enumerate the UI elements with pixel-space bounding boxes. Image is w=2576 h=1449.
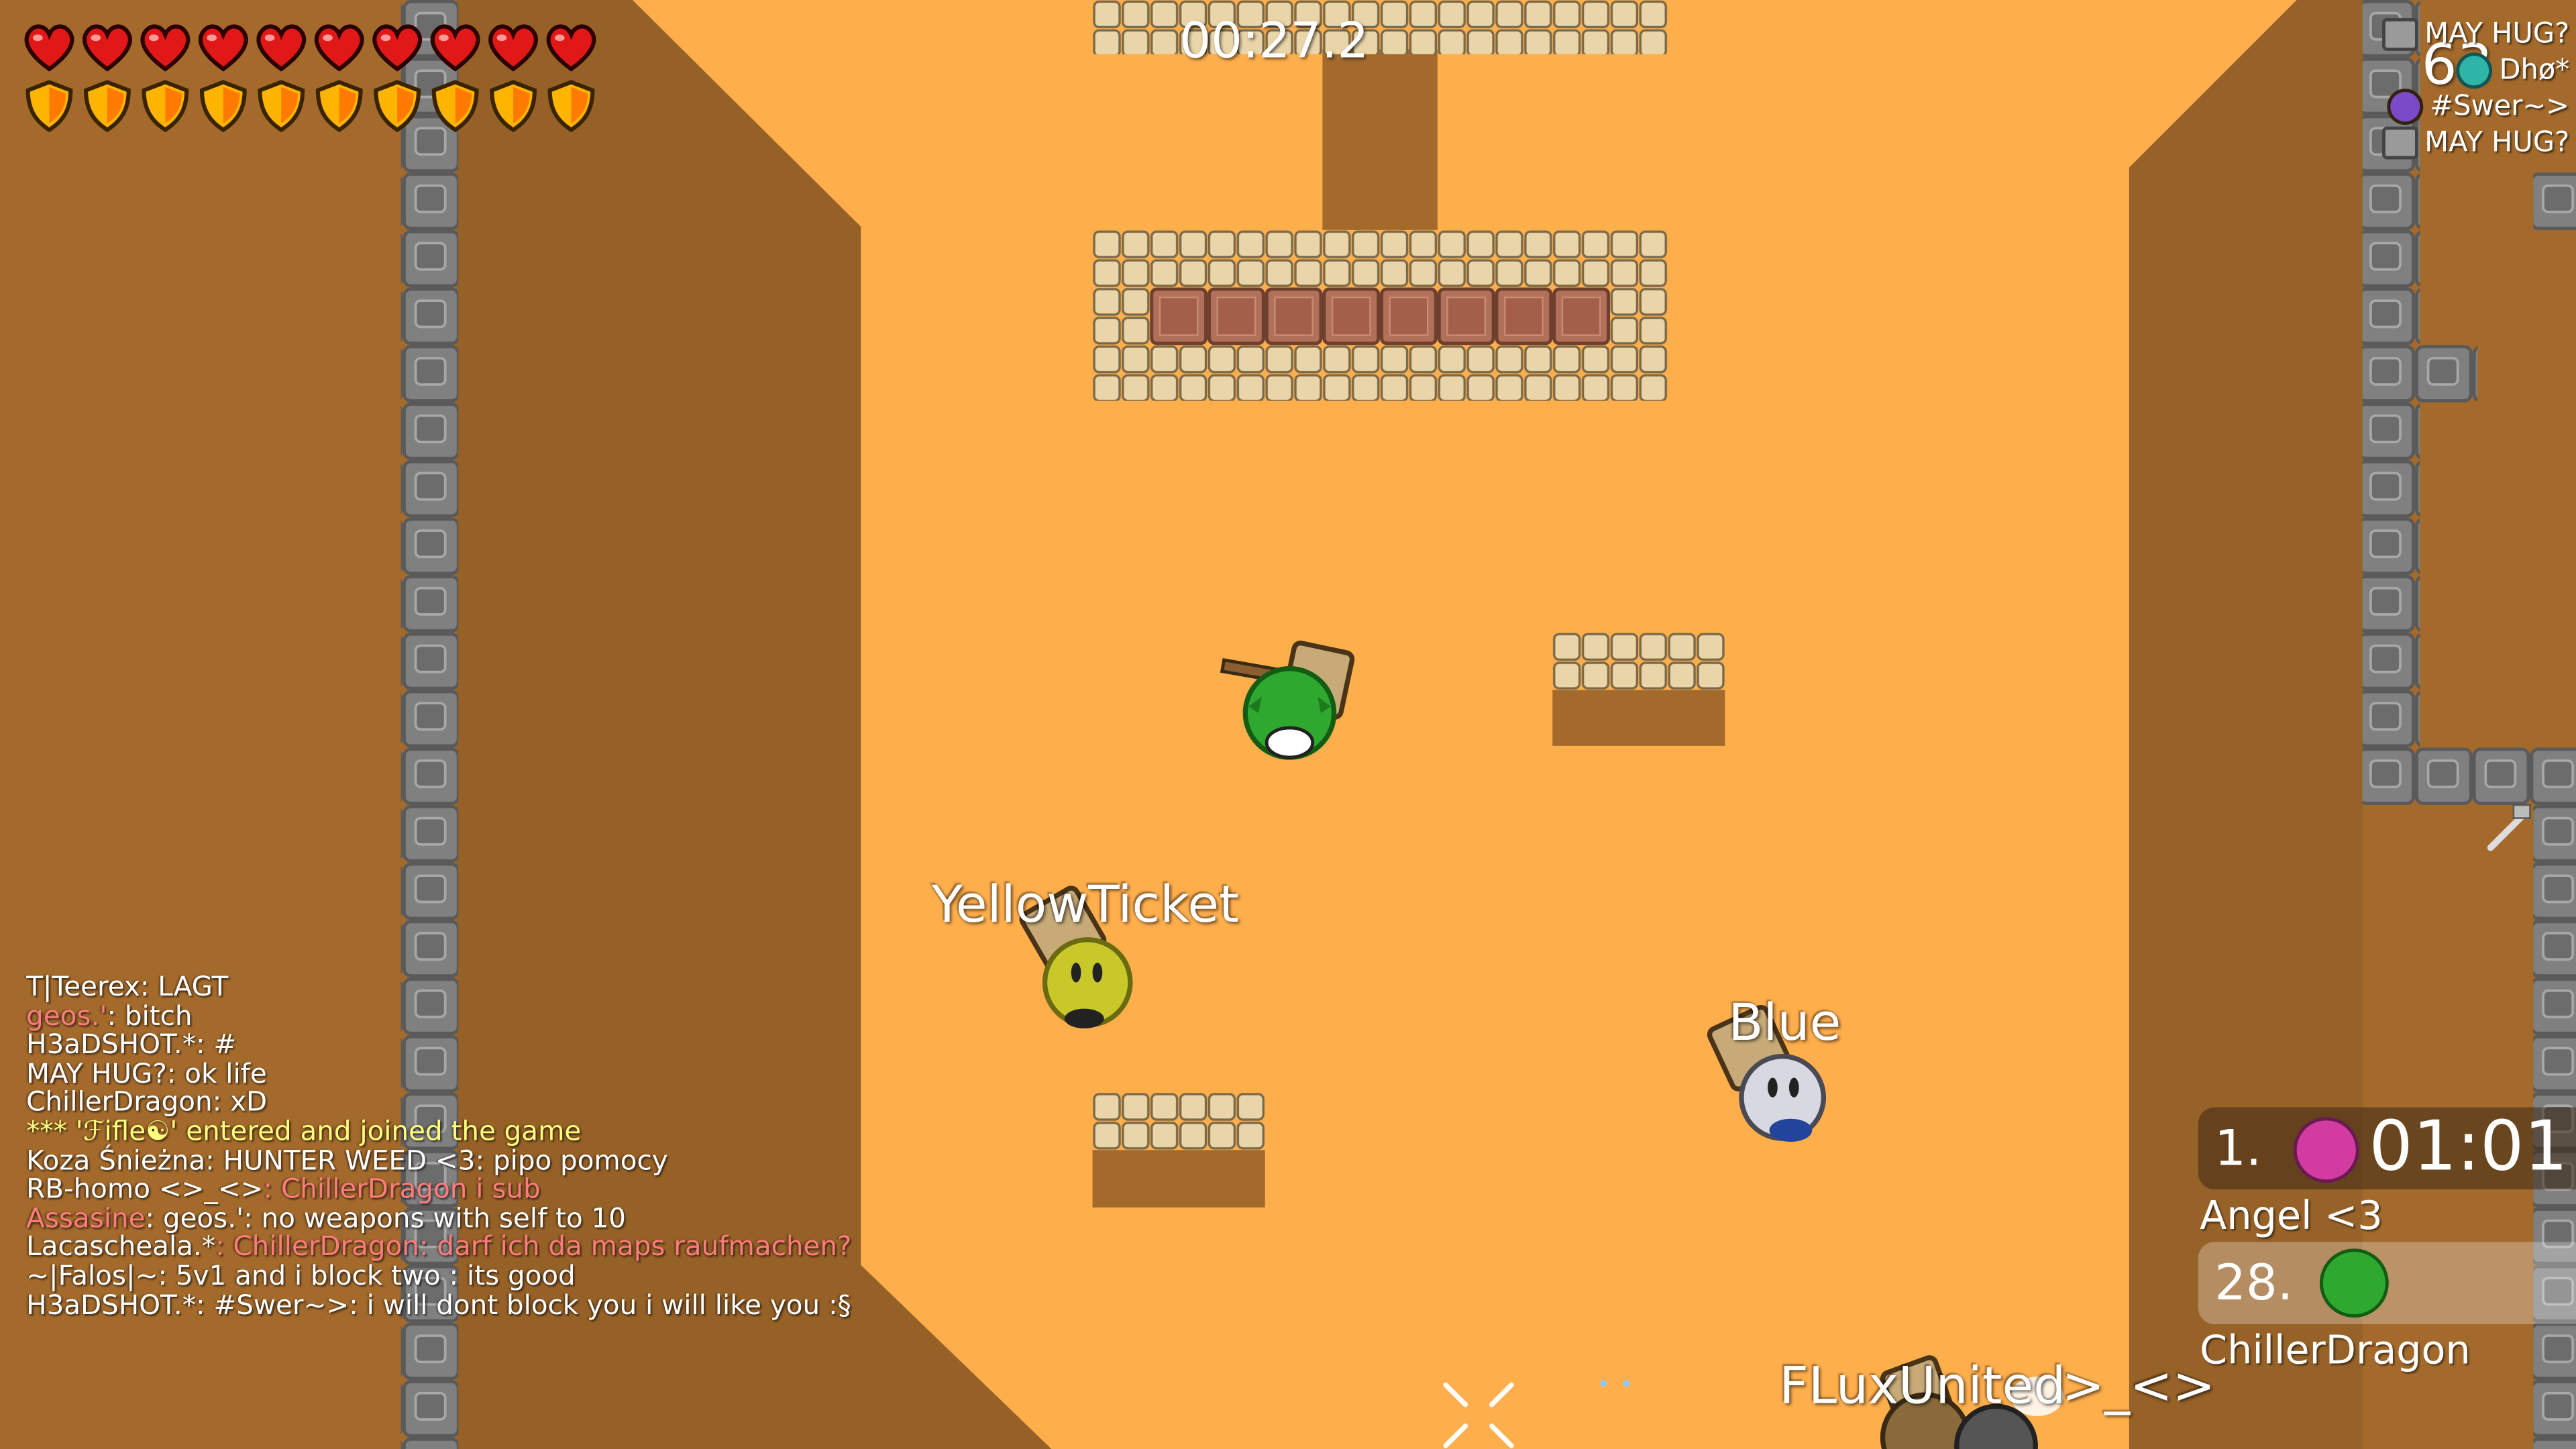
armor-icon <box>490 80 537 133</box>
killfeed-name: #Swer~> <box>2430 90 2570 123</box>
heart-icon <box>83 24 132 72</box>
heart-icon <box>372 24 422 72</box>
armor-icon <box>431 80 479 133</box>
scoreboard-rank: 28. <box>2214 1255 2294 1313</box>
heart-icon <box>199 24 248 72</box>
chat-line: Assasine: geos.': no weapons with self t… <box>26 1202 626 1234</box>
chat-line: ~|Falos|~: 5v1 and i block two : its goo… <box>26 1260 576 1291</box>
chat-line: RB-homo <>_<>: ChillerDragon i sub <box>26 1173 541 1205</box>
heart-icon <box>314 24 364 72</box>
heart-icon <box>488 24 538 72</box>
armor-icon <box>142 80 189 133</box>
chat-line: H3aDSHOT.*: #Swer~>: i will dont block y… <box>26 1289 851 1320</box>
scoreboard-time: 01:01 <box>2369 1106 2568 1187</box>
race-timer: 00:27.2 <box>1179 13 1369 71</box>
chat-line: T|Teerex: LAGT <box>26 971 229 1002</box>
game-viewport[interactable]: 00:27.2 63 MAY HUG? Dhø* #Swer~> MAY HUG… <box>0 0 2576 1449</box>
health-hearts <box>24 24 596 72</box>
scoreboard-rank: 1. <box>2214 1120 2262 1178</box>
hammer-icon <box>2381 126 2418 160</box>
killfeed: MAY HUG? Dhø* #Swer~> MAY HUG? <box>2381 16 2570 161</box>
killfeed-row: Dhø* <box>2382 52 2570 89</box>
chat-line: MAY HUG?: ok life <box>26 1057 267 1089</box>
scoreboard-row-first: 1. 01:01 <box>2198 1106 2576 1190</box>
heart-icon <box>140 24 191 72</box>
tee-icon <box>2456 52 2493 89</box>
tee-icon <box>2319 1248 2389 1318</box>
armor-icon <box>547 80 595 133</box>
killfeed-name: Dhø* <box>2499 54 2570 87</box>
scoreboard-row-self: 28. <box>2198 1242 2576 1324</box>
chat-line: Lacascheala.*: ChillerDragon: darf ich d… <box>26 1231 852 1263</box>
hammer-icon <box>2381 17 2418 51</box>
scoreboard-name-self: ChillerDragon <box>2200 1327 2471 1374</box>
killfeed-name: MAY HUG? <box>2424 126 2570 160</box>
chat-line: geos.': bitch <box>26 1000 193 1031</box>
killfeed-name: MAY HUG? <box>2424 17 2570 51</box>
armor-icon <box>374 80 421 133</box>
chat-log: T|Teerex: LAGT geos.': bitch H3aDSHOT.*:… <box>26 971 946 1320</box>
nameplate-blue: Blue <box>1728 994 1841 1053</box>
armor-icon <box>315 80 363 133</box>
tee-icon <box>2387 89 2424 125</box>
health-bar <box>23 19 614 85</box>
scoreboard-name-first: Angel <3 <box>2200 1192 2383 1239</box>
tee-icon <box>2293 1117 2359 1183</box>
nameplate-yellowticket: YellowTicket <box>931 875 1239 935</box>
heart-icon <box>256 24 307 72</box>
armor-bar <box>23 79 614 145</box>
killfeed-row: #Swer~> <box>2382 89 2570 125</box>
chat-line: H3aDSHOT.*: # <box>26 1028 237 1061</box>
armor-icon <box>258 80 305 133</box>
armor-icon <box>25 80 73 133</box>
chat-line: ChillerDragon: xD <box>26 1086 268 1118</box>
chat-system-line: *** 'ℱifle☯' entered and joined the game <box>26 1115 582 1147</box>
killfeed-row: MAY HUG? <box>2381 125 2570 161</box>
killfeed-row: MAY HUG? <box>2381 16 2570 52</box>
heart-icon <box>546 24 596 72</box>
armor-icon <box>84 80 131 133</box>
nameplate-fluxunited: FLuxUnited <box>1779 1356 2066 1417</box>
armor-icon <box>199 80 247 133</box>
nameplate-overlay: >_<> <box>2061 1356 2216 1417</box>
heart-icon <box>24 24 74 72</box>
heart-icon <box>430 24 480 72</box>
chat-line: Koza Śnieżna: HUNTER WEED <3: pipo pomoc… <box>26 1144 668 1176</box>
armor-shields <box>25 80 595 133</box>
